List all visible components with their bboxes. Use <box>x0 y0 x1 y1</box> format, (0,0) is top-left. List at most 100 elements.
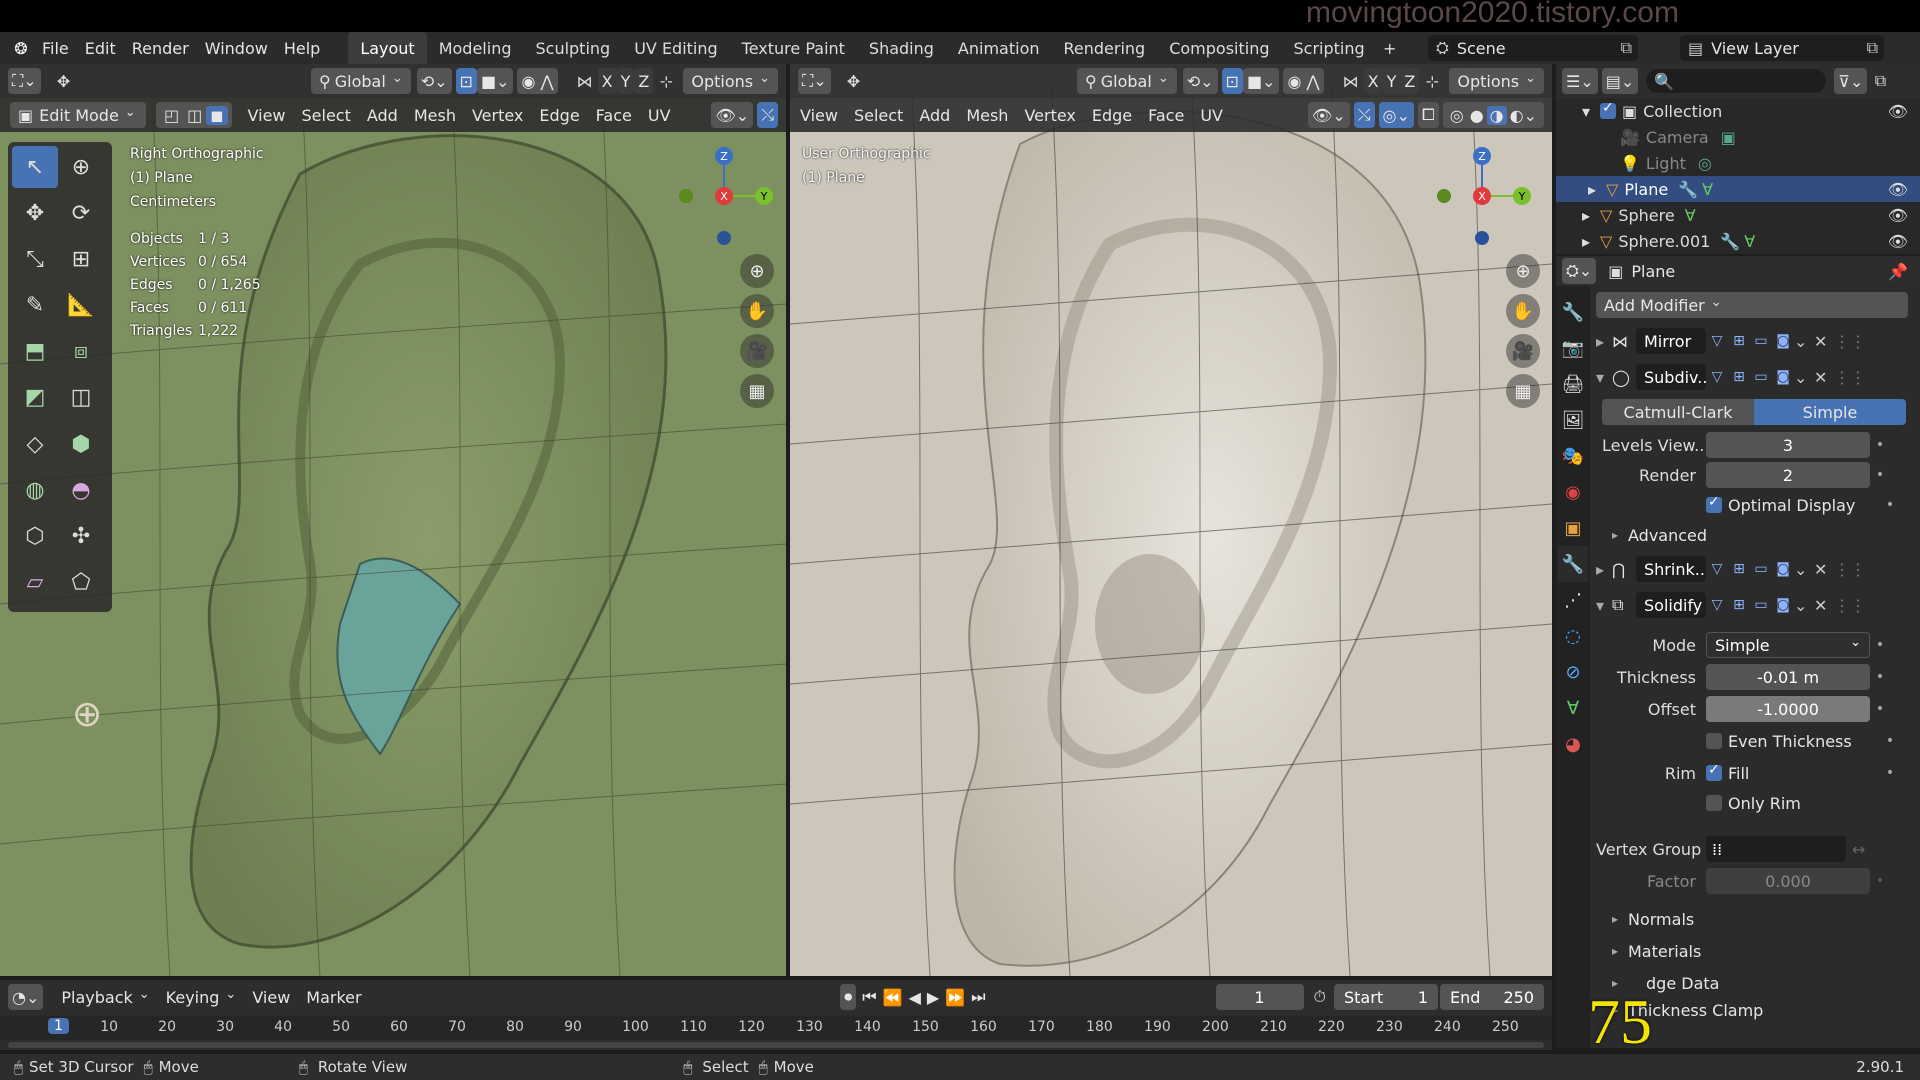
right-nav-gizmo[interactable]: Z Y X <box>1430 144 1540 254</box>
right-mirror-x-button[interactable]: X <box>1363 68 1383 94</box>
solidify-viewport-icon[interactable]: ▭ <box>1750 594 1772 616</box>
left-menu-view[interactable]: View <box>240 102 294 128</box>
right-viewport[interactable]: ⛶⌄ ✥ ⚲Global ⟲⌄ ⊡ ■⌄ ◉ ⋀ ⋈ X Y Z ⊹ Optio… <box>790 64 1552 976</box>
blender-logo-icon[interactable]: ❂ <box>8 35 34 61</box>
new-view-layer-icon[interactable]: ⧉ <box>1867 38 1878 58</box>
output-tab-icon[interactable]: 🖨 <box>1558 366 1588 402</box>
right-pan-icon[interactable]: ✋ <box>1506 294 1540 328</box>
normals-panel[interactable]: ▸ Normals <box>1596 904 1914 934</box>
right-menu-edge[interactable]: Edge <box>1084 102 1140 128</box>
levels-viewport-field[interactable]: 3 <box>1706 432 1870 458</box>
subdiv-editmode-icon[interactable]: ⊞ <box>1728 366 1750 388</box>
auto-merge-icon[interactable]: ⊹ <box>653 68 679 94</box>
mirror-y-button[interactable]: Y <box>616 68 635 94</box>
zoom-icon[interactable]: ⊕ <box>740 254 774 288</box>
solidify-editmode-icon[interactable]: ⊞ <box>1728 594 1750 616</box>
right-orientation-dropdown[interactable]: ⚲ Global <box>1077 68 1177 94</box>
particles-tab-icon[interactable]: ⋰ <box>1558 582 1588 618</box>
subdiv-menu-icon[interactable]: ⌄ <box>1794 368 1814 387</box>
mirror-x-button[interactable]: X <box>597 68 617 94</box>
right-auto-merge-icon[interactable]: ⊹ <box>1419 68 1445 94</box>
measure-icon[interactable]: 📐 <box>58 285 104 327</box>
right-menu-face[interactable]: Face <box>1140 102 1192 128</box>
timeline-ruler[interactable]: 1 10 20 30 40 50 60 70 80 90 100 110 120 130 140 150 160… <box>0 1016 1552 1040</box>
solidify-mode-dropdown[interactable]: Simple <box>1706 632 1870 658</box>
end-frame-field[interactable]: End 250 <box>1440 984 1544 1010</box>
even-thickness-checkbox[interactable] <box>1706 733 1722 749</box>
material-tab-icon[interactable]: ◕ <box>1558 726 1588 762</box>
preview-range-icon[interactable]: ⏱ <box>1314 987 1326 1007</box>
render-keyframe-dot[interactable]: • <box>1870 467 1890 483</box>
marker-menu[interactable]: Marker <box>298 984 369 1010</box>
add-modifier-dropdown[interactable]: Add Modifier <box>1596 292 1908 318</box>
tab-layout[interactable]: Layout <box>348 32 427 64</box>
current-frame-field[interactable]: 1 <box>1215 984 1304 1010</box>
mirror-expand-icon[interactable]: ▸ <box>1596 332 1612 351</box>
subdiv-name[interactable]: Subdiv... <box>1636 364 1706 390</box>
rip-icon[interactable]: ⬠ <box>58 562 104 604</box>
optimal-display-checkbox[interactable] <box>1706 494 1722 513</box>
subdiv-drag-icon[interactable]: ⋮⋮ <box>1834 368 1866 387</box>
right-menu-add[interactable]: Add <box>911 102 958 128</box>
right-editor-type-button[interactable]: ⛶⌄ <box>798 68 831 94</box>
keying-menu[interactable]: Keying <box>158 984 245 1010</box>
left-viewport[interactable]: ⛶⌄ ✥ ⚲Global ⟲⌄ ⊡ ■⌄ ◉ ⋀ ⋈ X Y Z ⊹ Optio… <box>0 64 786 976</box>
constraints-tab-icon[interactable]: ⊘ <box>1558 654 1588 690</box>
outliner-display-mode[interactable]: ▤⌄ <box>1601 68 1639 94</box>
outliner-item-light[interactable]: 💡 Light ◎ <box>1582 150 1920 176</box>
outliner-item-sphere001[interactable]: ▸ ▽ Sphere.001 🔧 ∀ 👁 <box>1582 228 1920 254</box>
shrink-drag-icon[interactable]: ⋮⋮ <box>1834 560 1866 579</box>
shrink-menu-icon[interactable]: ⌄ <box>1794 560 1814 579</box>
add-workspace-icon[interactable]: + <box>1377 35 1403 61</box>
render-tab-icon[interactable]: 📷 <box>1558 330 1588 366</box>
snap-target-dropdown[interactable]: ■⌄ <box>476 68 514 94</box>
new-scene-icon[interactable]: ⧉ <box>1621 38 1632 58</box>
jump-start-icon[interactable]: ⏮ <box>862 987 876 1007</box>
even-keyframe-dot[interactable]: • <box>1880 733 1900 749</box>
mode-keyframe-dot[interactable]: • <box>1870 637 1890 653</box>
annotate-icon[interactable]: ✎ <box>12 285 58 327</box>
mirror-viewport-icon[interactable]: ▭ <box>1750 330 1772 352</box>
grid-icon[interactable]: ▦ <box>740 374 774 408</box>
next-key-icon[interactable]: ⏩ <box>945 988 965 1007</box>
start-frame-field[interactable]: Start 1 <box>1334 984 1438 1010</box>
tab-animation[interactable]: Animation <box>946 32 1052 64</box>
factor-keyframe-dot[interactable]: • <box>1870 873 1890 889</box>
tab-texture-paint[interactable]: Texture Paint <box>730 32 857 64</box>
pivot-dropdown[interactable]: ⟲⌄ <box>416 68 452 94</box>
view-layer-tab-icon[interactable]: 🖼 <box>1558 402 1588 438</box>
tab-compositing[interactable]: Compositing <box>1157 32 1281 64</box>
left-menu-mesh[interactable]: Mesh <box>406 102 464 128</box>
solid-shading-icon[interactable]: ● <box>1467 106 1487 125</box>
left-menu-select[interactable]: Select <box>294 102 359 128</box>
tool-tab-icon[interactable]: 🔧 <box>1558 294 1588 330</box>
render-levels-field[interactable]: 2 <box>1706 462 1870 488</box>
world-tab-icon[interactable]: ◉ <box>1558 474 1588 510</box>
proportional-toggle[interactable]: ◉ ⋀ <box>517 68 558 94</box>
rim-fill-checkbox[interactable] <box>1706 762 1722 781</box>
catmull-clark-button[interactable]: Catmull-Clark <box>1602 399 1754 425</box>
pan-icon[interactable]: ✋ <box>740 294 774 328</box>
inset-icon[interactable]: ⧈ <box>58 331 104 373</box>
pin-icon[interactable]: 📌 <box>1888 262 1908 281</box>
face-select-icon[interactable]: ◼ <box>206 105 228 125</box>
right-menu-view[interactable]: View <box>792 102 846 128</box>
snap-toggle[interactable]: ⊡ <box>455 68 477 94</box>
mirror-delete-icon[interactable]: ✕ <box>1814 332 1834 351</box>
mirror-z-button[interactable]: Z <box>634 68 654 94</box>
timeline-view-menu[interactable]: View <box>244 984 298 1010</box>
right-grid-icon[interactable]: ▦ <box>1506 374 1540 408</box>
right-menu-mesh[interactable]: Mesh <box>958 102 1016 128</box>
object-tab-icon[interactable]: ▣ <box>1558 510 1588 546</box>
right-menu-vertex[interactable]: Vertex <box>1016 102 1083 128</box>
tab-shading[interactable]: Shading <box>857 32 946 64</box>
solidify-delete-icon[interactable]: ✕ <box>1814 596 1834 615</box>
right-zoom-icon[interactable]: ⊕ <box>1506 254 1540 288</box>
cursor-icon[interactable]: ⊕ <box>58 146 104 188</box>
shrink-delete-icon[interactable]: ✕ <box>1814 560 1834 579</box>
playback-menu[interactable]: Playback <box>53 984 157 1010</box>
simple-button[interactable]: Simple <box>1754 399 1906 425</box>
select-box-icon[interactable]: ↖ <box>12 146 58 188</box>
shrink-fatten-icon[interactable]: ✣ <box>58 516 104 558</box>
left-menu-edge[interactable]: Edge <box>531 102 587 128</box>
